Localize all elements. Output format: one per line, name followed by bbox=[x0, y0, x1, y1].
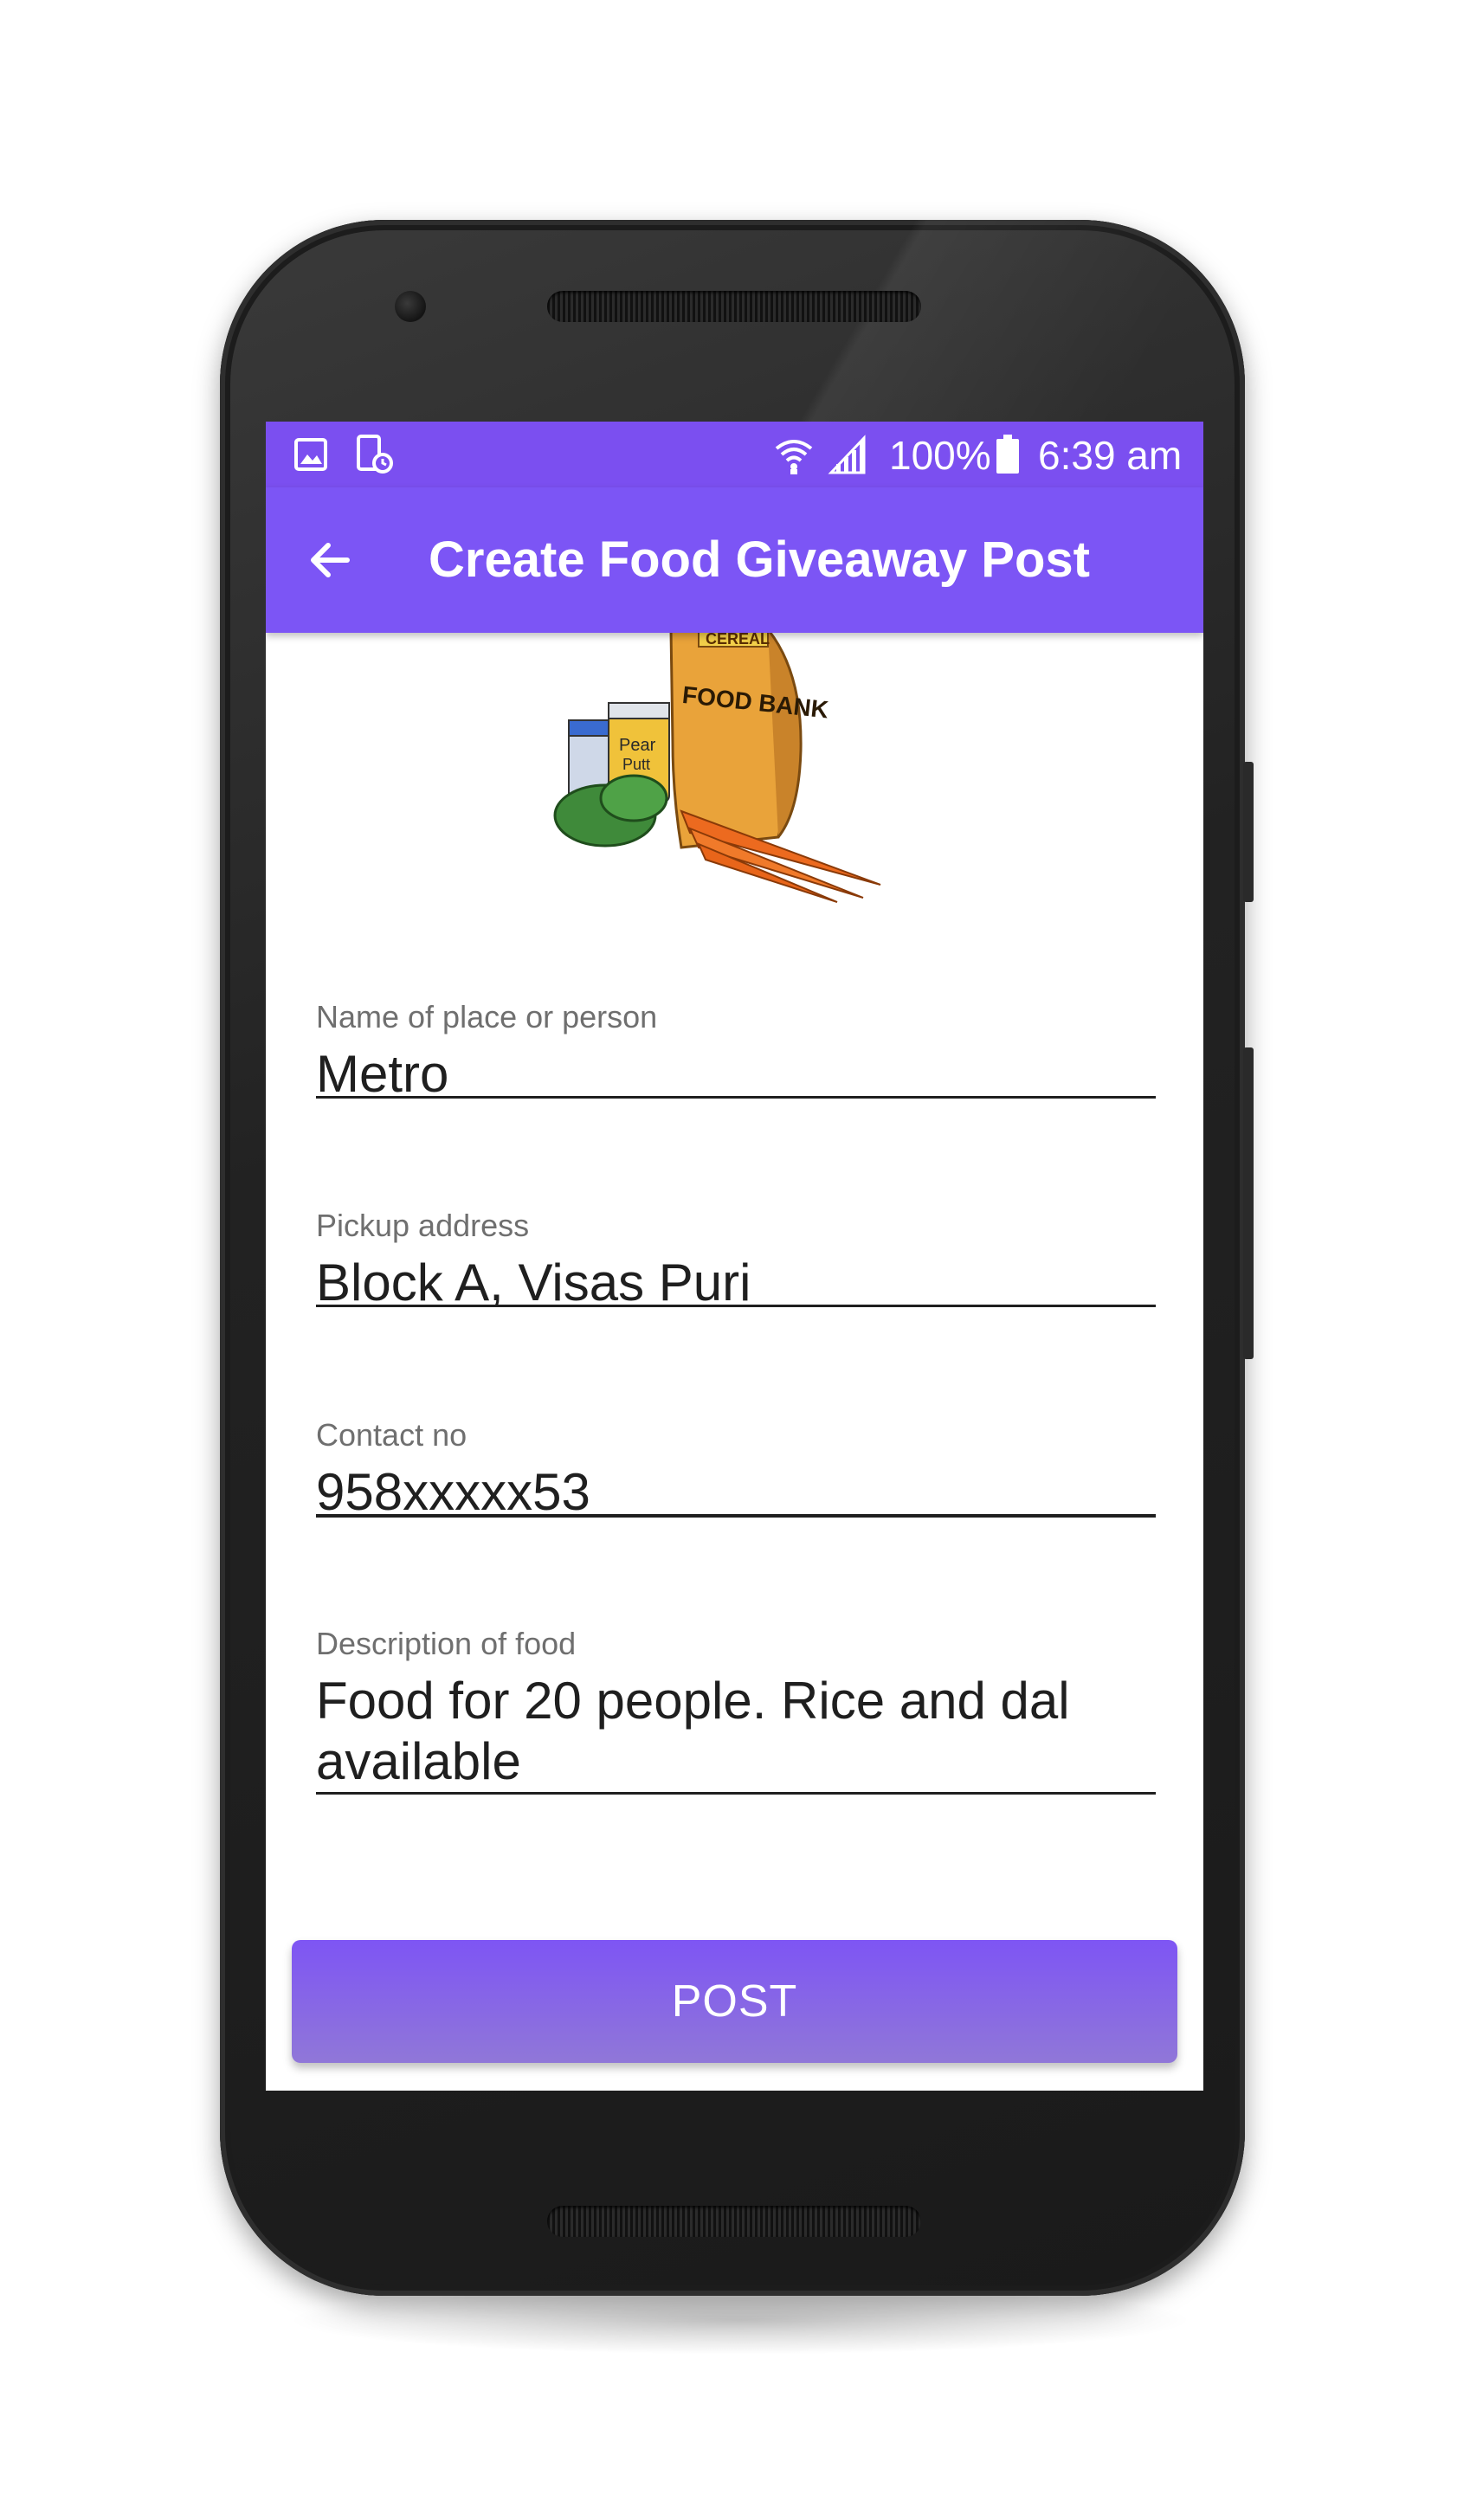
volume-button bbox=[1243, 762, 1254, 902]
image-icon bbox=[292, 435, 330, 474]
battery-icon bbox=[995, 434, 1021, 475]
description-input-line-1[interactable]: Food for 20 people. Rice and dal bbox=[316, 1671, 1070, 1731]
top-speaker bbox=[547, 291, 921, 322]
battery-percent: 100% bbox=[889, 433, 991, 478]
address-field[interactable]: Pickup address Block A, Visas Puri bbox=[316, 1208, 1156, 1312]
power-button bbox=[1243, 1047, 1254, 1359]
food-bank-illustration: CEREAL FOOD BANK Pear Putt bbox=[551, 621, 915, 906]
page-title: Create Food Giveaway Post bbox=[429, 532, 1090, 588]
description-field[interactable]: Description of food Food for 20 people. … bbox=[316, 1626, 1156, 1799]
arrow-left-icon[interactable] bbox=[304, 534, 356, 586]
front-camera bbox=[395, 291, 426, 322]
description-field-underline bbox=[316, 1792, 1156, 1795]
address-field-underline bbox=[316, 1305, 1156, 1307]
name-field-label: Name of place or person bbox=[316, 999, 658, 1034]
contact-field-underline bbox=[316, 1514, 1156, 1518]
pear-label: Pear bbox=[619, 736, 656, 755]
description-input-line-2[interactable]: available bbox=[316, 1731, 521, 1792]
name-field[interactable]: Name of place or person Metro bbox=[316, 999, 1156, 1103]
post-button[interactable]: POST bbox=[292, 1940, 1177, 2063]
name-field-underline bbox=[316, 1096, 1156, 1099]
contact-field-label: Contact no bbox=[316, 1417, 467, 1453]
app-bar: Create Food Giveaway Post bbox=[266, 487, 1203, 633]
cereal-label: CEREAL bbox=[706, 630, 770, 648]
signal-icon bbox=[827, 434, 868, 475]
description-field-label: Description of food bbox=[316, 1626, 577, 1661]
wifi-icon bbox=[771, 432, 816, 477]
putt-label: Putt bbox=[622, 756, 650, 773]
device-shadow bbox=[286, 2285, 1195, 2355]
bottom-speaker bbox=[547, 2206, 921, 2237]
address-field-label: Pickup address bbox=[316, 1208, 530, 1243]
status-bar: 100% 6:39 am bbox=[266, 422, 1203, 487]
status-time: 6:39 am bbox=[1038, 433, 1183, 478]
contact-field[interactable]: Contact no 958xxxxx53 bbox=[316, 1417, 1156, 1521]
phone-clock-icon bbox=[356, 434, 394, 475]
screen: 100% 6:39 am Create Food Giveaway Post C… bbox=[266, 422, 1203, 2091]
